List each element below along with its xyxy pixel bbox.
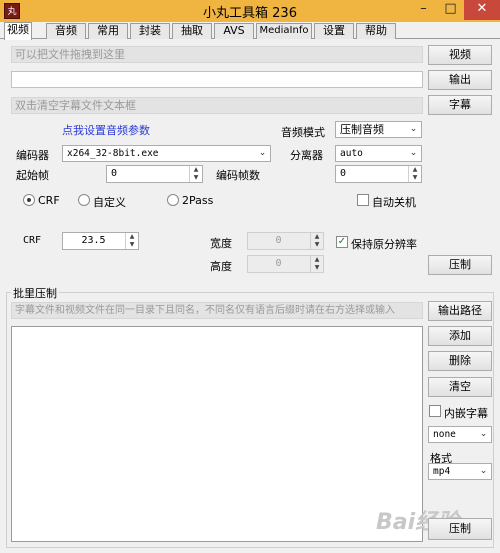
- crf-label: CRF: [23, 235, 42, 246]
- start-frame-spinner[interactable]: 0 ▲ ▼: [106, 165, 203, 183]
- embed-subtitle-label: 内嵌字幕: [444, 407, 488, 420]
- triangle-down-icon[interactable]: ▼: [190, 174, 202, 182]
- start-frame-label: 起始帧: [16, 169, 49, 182]
- output-path-button[interactable]: 输出路径: [428, 301, 492, 321]
- tab-settings[interactable]: 设置: [314, 23, 354, 39]
- tab-mediainfo[interactable]: MediaInfo: [256, 23, 312, 39]
- app-icon: 丸: [4, 3, 20, 19]
- subtitle-language-value: none: [433, 429, 456, 440]
- triangle-up-icon[interactable]: ▲: [126, 233, 138, 241]
- keep-resolution-checkbox[interactable]: ✓: [336, 236, 348, 248]
- demuxer-value: auto: [340, 148, 363, 159]
- height-label: 高度: [210, 260, 232, 273]
- close-button[interactable]: ✕: [464, 0, 500, 20]
- start-frame-value: 0: [111, 168, 118, 179]
- encode-frames-value: 0: [340, 168, 347, 179]
- demuxer-select[interactable]: auto ⌄: [335, 145, 422, 162]
- encode-frames-label: 编码帧数: [216, 169, 260, 182]
- add-button[interactable]: 添加: [428, 326, 492, 346]
- subtitle-input[interactable]: 双击清空字幕文件文本框: [11, 97, 423, 114]
- tab-video[interactable]: 视频: [4, 22, 32, 40]
- custom-radio-label: 自定义: [93, 196, 126, 209]
- triangle-up-icon[interactable]: ▲: [311, 256, 323, 264]
- triangle-down-icon[interactable]: ▼: [409, 174, 421, 182]
- batch-compress-button[interactable]: 压制: [428, 518, 492, 540]
- triangle-up-icon[interactable]: ▲: [190, 166, 202, 174]
- subtitle-language-select[interactable]: none ⌄: [428, 426, 492, 443]
- video-button[interactable]: 视频: [428, 45, 492, 65]
- width-spinner[interactable]: 0 ▲ ▼: [247, 232, 324, 250]
- auto-shutdown-label: 自动关机: [372, 196, 416, 209]
- minimize-button[interactable]: –: [410, 0, 437, 20]
- chevron-down-icon: ⌄: [409, 148, 418, 158]
- format-value: mp4: [433, 466, 451, 477]
- compress-button[interactable]: 压制: [428, 255, 492, 275]
- tab-audio[interactable]: 音频: [46, 23, 86, 39]
- tab-bar: 视频 音频 常用 封装 抽取 AVS MediaInfo 设置 帮助: [0, 22, 500, 40]
- tab-extract[interactable]: 抽取: [172, 23, 212, 39]
- video-input[interactable]: 可以把文件拖拽到这里: [11, 46, 423, 63]
- height-spinner[interactable]: 0 ▲ ▼: [247, 255, 324, 273]
- demuxer-label: 分离器: [290, 149, 323, 162]
- crf-value: 23.5: [81, 235, 106, 246]
- encoder-select[interactable]: x264_32-8bit.exe ⌄: [62, 145, 271, 162]
- format-select[interactable]: mp4 ⌄: [428, 463, 492, 480]
- width-label: 宽度: [210, 237, 232, 250]
- subtitle-button[interactable]: 字幕: [428, 95, 492, 115]
- auto-shutdown-checkbox[interactable]: [357, 194, 369, 206]
- triangle-up-icon[interactable]: ▲: [409, 166, 421, 174]
- output-button[interactable]: 输出: [428, 70, 492, 90]
- batch-hint-input[interactable]: 字幕文件和视频文件在同一目录下且同名，不同名仅有语言后缀时请在右方选择或输入: [11, 302, 423, 319]
- audio-mode-value: 压制音频: [340, 123, 384, 136]
- custom-radio[interactable]: [78, 194, 90, 206]
- tab-help[interactable]: 帮助: [356, 23, 396, 39]
- two-pass-radio[interactable]: [167, 194, 179, 206]
- triangle-down-icon[interactable]: ▼: [126, 241, 138, 249]
- chevron-down-icon: ⌄: [409, 124, 418, 134]
- keep-resolution-label: 保持原分辨率: [351, 238, 417, 251]
- two-pass-radio-label: 2Pass: [182, 194, 214, 207]
- audio-settings-link[interactable]: 点我设置音频参数: [62, 122, 150, 138]
- embed-subtitle-checkbox[interactable]: [429, 405, 441, 417]
- crf-radio-label: CRF: [38, 194, 60, 207]
- width-value: 0: [275, 235, 282, 246]
- batch-group-title: 批里压制: [11, 285, 59, 301]
- encoder-label: 编码器: [16, 149, 49, 162]
- clear-button[interactable]: 清空: [428, 377, 492, 397]
- crf-radio[interactable]: [23, 194, 35, 206]
- triangle-up-icon[interactable]: ▲: [311, 233, 323, 241]
- triangle-down-icon[interactable]: ▼: [311, 241, 323, 249]
- chevron-down-icon: ⌄: [258, 148, 267, 158]
- tab-mux[interactable]: 封装: [130, 23, 170, 39]
- tab-avs[interactable]: AVS: [214, 23, 254, 39]
- audio-mode-select[interactable]: 压制音频 ⌄: [335, 121, 422, 138]
- chevron-down-icon: ⌄: [479, 429, 488, 439]
- batch-file-list[interactable]: [11, 326, 423, 542]
- chevron-down-icon: ⌄: [479, 466, 488, 476]
- delete-button[interactable]: 删除: [428, 351, 492, 371]
- audio-mode-label: 音频模式: [281, 126, 325, 139]
- crf-spinner[interactable]: 23.5 ▲ ▼: [62, 232, 139, 250]
- height-value: 0: [275, 258, 282, 269]
- encoder-value: x264_32-8bit.exe: [67, 148, 159, 159]
- triangle-down-icon[interactable]: ▼: [311, 264, 323, 272]
- output-input[interactable]: [11, 71, 423, 88]
- maximize-button[interactable]: □: [437, 0, 464, 20]
- encode-frames-spinner[interactable]: 0 ▲ ▼: [335, 165, 422, 183]
- tab-common[interactable]: 常用: [88, 23, 128, 39]
